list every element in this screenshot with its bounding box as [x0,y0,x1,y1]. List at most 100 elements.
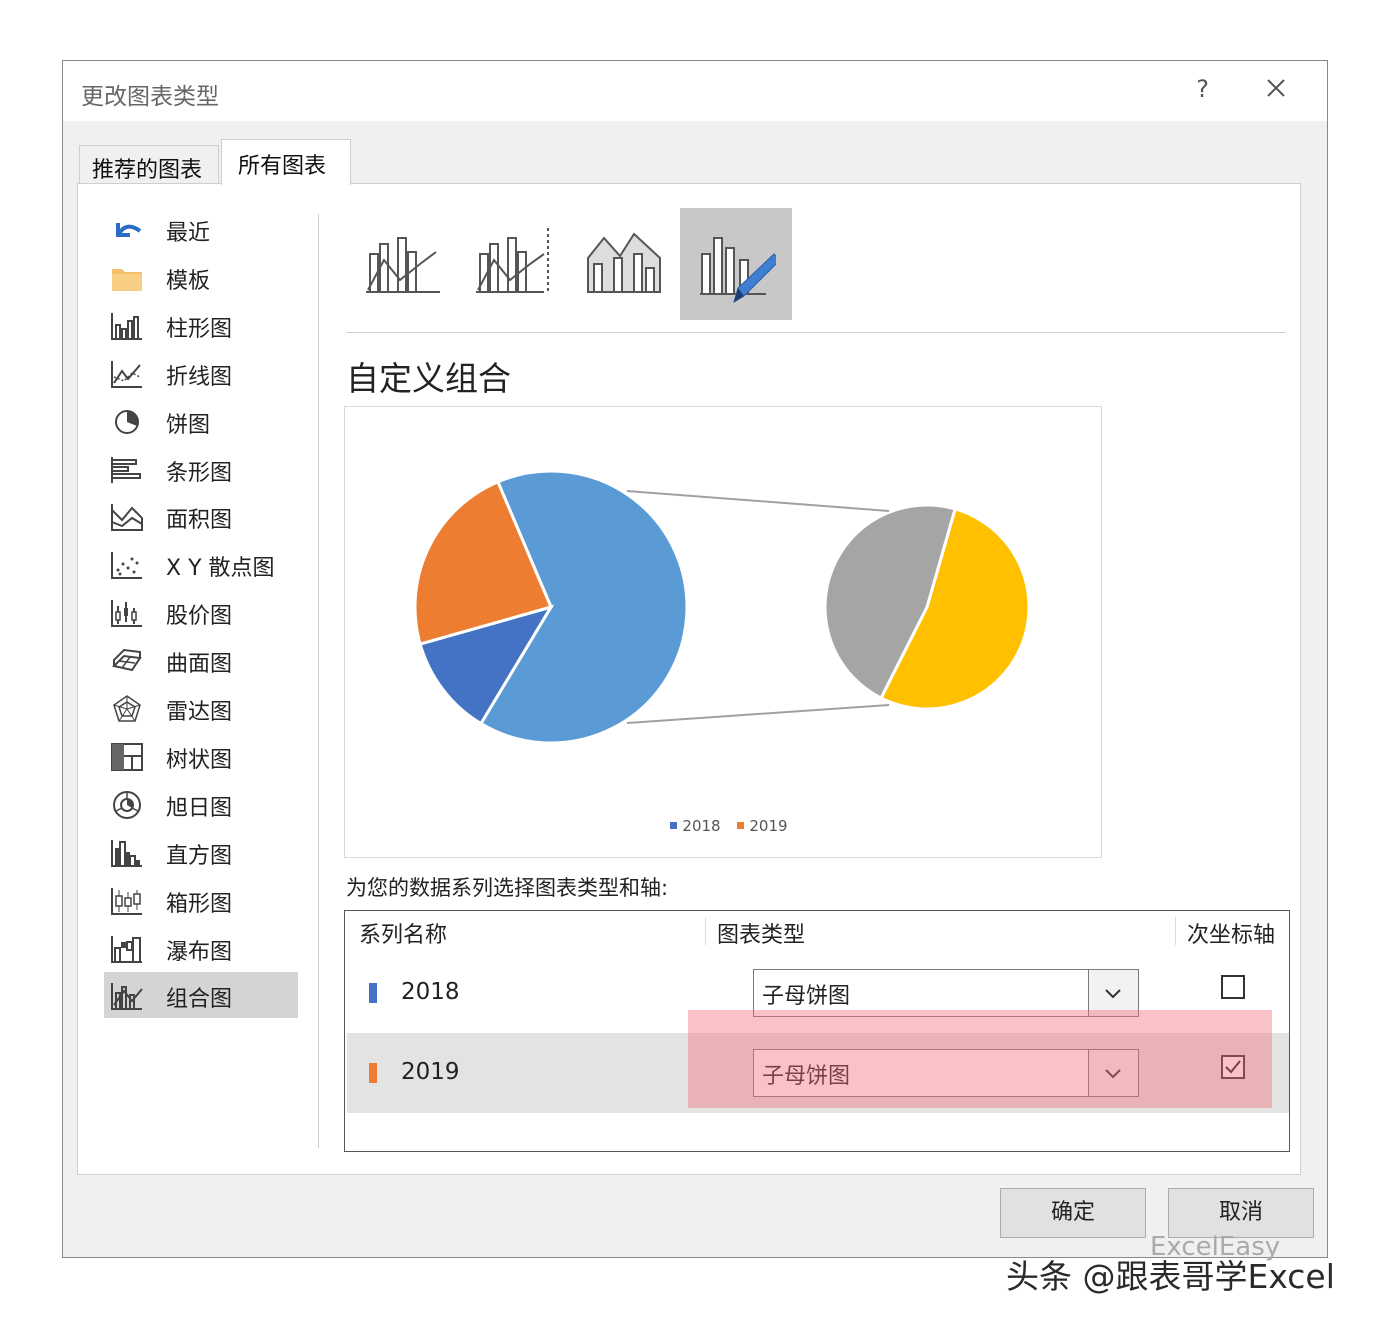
sidebar-item-undo-arrow[interactable]: 最近 [104,206,298,252]
sidebar-item-label: 模板 [166,268,211,294]
chart-legend: 2018 2019 [345,817,1101,835]
sidebar-item-waterfall-chart[interactable]: 瀑布图 [104,925,298,971]
histogram-chart-icon [111,839,142,867]
series-name: 2018 [401,979,460,1005]
chevron-down-icon [1105,1069,1121,1079]
stacked-area-clustered-column-icon [587,232,661,293]
sidebar-item-label: 曲面图 [166,652,233,678]
tab-recommended-charts[interactable]: 推荐的图表 [79,145,219,183]
sidebar-item-sunburst-chart[interactable]: 旭日图 [104,781,298,827]
sidebar-item-label: 组合图 [166,987,233,1013]
sidebar-item-combo-chart[interactable]: 组合图 [104,972,298,1019]
chart-type-dropdown[interactable]: 子母饼图 [753,1049,1139,1097]
sidebar-item-label: 饼图 [166,412,211,438]
sidebar-item-histogram-chart[interactable]: 直方图 [104,829,298,875]
legend-swatch-2018 [670,822,678,829]
dropdown-button[interactable] [1088,970,1138,1016]
sidebar-item-label: 旭日图 [166,795,233,821]
close-button[interactable] [1259,71,1293,105]
sidebar-item-label: 最近 [166,221,211,246]
secondary-axis-checkbox[interactable] [1221,975,1245,999]
treemap-chart-icon [111,742,143,771]
sidebar-item-label: 柱形图 [166,316,233,342]
chart-type-value: 子母饼图 [762,984,851,1009]
sidebar-item-label: 股价图 [166,604,233,630]
sidebar-item-label: 雷达图 [166,700,233,725]
ok-button[interactable]: 确定 [1000,1188,1146,1238]
subtype-stacked-area-column[interactable] [568,208,680,320]
combo-chart-icon [111,983,143,1011]
subtype-clustered-column-line-secondary[interactable] [456,208,568,320]
dropdown-button[interactable] [1088,1050,1138,1096]
sidebar-divider [318,214,319,1148]
clustered-column-line-icon [366,237,440,293]
chevron-down-icon [1105,989,1121,999]
sidebar-item-column-chart[interactable]: 柱形图 [104,302,298,348]
legend-label-2018: 2018 [682,817,721,835]
custom-combination-icon [700,237,776,304]
sidebar-item-radar-chart[interactable]: 雷达图 [104,685,298,731]
sidebar-item-treemap-chart[interactable]: 树状图 [104,733,298,779]
clustered-column-line-secondary-axis-icon [476,228,549,293]
watermark-text: 头条 @跟表哥学Excel [1006,1257,1335,1296]
series-grid: 系列名称 图表类型 次坐标轴 2018 子母饼图 2019 子母饼图 [344,910,1290,1152]
chart-type-dropdown[interactable]: 子母饼图 [753,969,1139,1017]
subtype-clustered-column-line[interactable] [346,208,458,320]
scatter-chart-icon [111,552,142,580]
sidebar-item-label: 折线图 [166,364,233,390]
series-instruction: 为您的数据系列选择图表类型和轴: [346,876,669,900]
stock-chart-icon [111,600,142,628]
change-chart-type-dialog: 更改图表类型 ? 推荐的图表 所有图表 最近模板柱形图折线图饼图条形图面积图 X … [62,60,1328,1258]
surface-chart-icon [112,649,142,672]
sidebar-item-label: 条形图 [166,460,233,486]
waterfall-chart-icon [111,935,142,963]
header-separator [705,917,706,945]
title-bar: 更改图表类型 ? [63,61,1327,121]
legend-swatch-2019 [737,822,745,829]
tab-all-charts[interactable]: 所有图表 [221,139,351,185]
sidebar-item-stock-chart[interactable]: 股价图 [104,589,298,635]
subtype-divider [346,332,1286,333]
sidebar-item-box-whisker-chart[interactable]: 箱形图 [104,877,298,923]
line-chart-icon [111,360,142,388]
series-color-swatch [369,983,377,1003]
undo-arrow-icon [116,223,142,237]
all-charts-panel: 最近模板柱形图折线图饼图条形图面积图 X Y 散点图 股价图曲面图雷达图树状图旭日图… [77,183,1301,1175]
legend-label-2019: 2019 [749,817,788,835]
cancel-button[interactable]: 取消 [1168,1188,1314,1238]
area-chart-icon [111,504,143,532]
pie-of-pie-chart [413,469,1031,745]
sidebar-item-label: 瀑布图 [166,939,233,965]
dialog-title: 更改图表类型 [81,84,219,110]
sidebar-item-folder[interactable]: 模板 [104,254,298,300]
sidebar-item-line-chart[interactable]: 折线图 [104,350,298,396]
series-row-2018: 2018 子母饼图 [347,953,1289,1033]
close-icon [1267,79,1285,97]
pie-chart-icon [115,409,139,434]
series-row-2019: 2019 子母饼图 [347,1033,1289,1113]
bar-chart-icon [111,456,141,483]
header-chart-type: 图表类型 [717,923,806,948]
sidebar-item-bar-chart[interactable]: 条形图 [104,446,298,492]
chart-type-value: 子母饼图 [762,1064,851,1089]
help-button[interactable]: ? [1196,75,1209,103]
header-series-name: 系列名称 [359,923,448,948]
sidebar-item-label: 箱形图 [166,891,233,917]
secondary-axis-checkbox-checked[interactable] [1221,1055,1245,1079]
series-name: 2019 [401,1059,460,1085]
subtype-custom-combination[interactable] [680,208,792,320]
sidebar-item-surface-chart[interactable]: 曲面图 [104,637,298,683]
sidebar-item-label: X Y 散点图 [166,556,275,582]
sidebar-item-label: 面积图 [166,508,233,534]
sidebar-item-scatter-chart[interactable]: X Y 散点图 [104,541,298,587]
connector-line-top [626,490,890,512]
box-whisker-chart-icon [111,887,142,915]
radar-chart-icon [113,695,141,722]
sidebar-item-label: 直方图 [166,843,233,869]
checkmark-icon [1225,1060,1241,1074]
column-chart-icon [111,312,142,340]
chart-preview: 2018 2019 [344,406,1102,858]
sidebar-item-pie-chart[interactable]: 饼图 [104,398,298,444]
section-title: 自定义组合 [346,359,511,398]
sidebar-item-area-chart[interactable]: 面积图 [104,493,298,539]
